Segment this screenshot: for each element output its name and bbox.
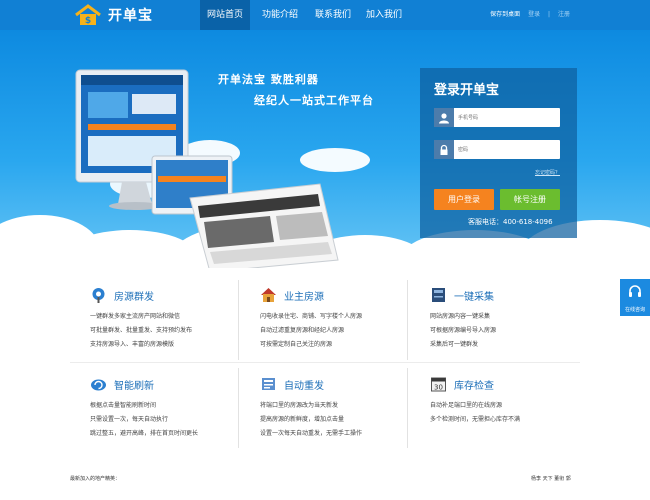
book-icon	[430, 287, 447, 303]
repost-icon	[260, 376, 277, 392]
broadcast-icon	[90, 287, 107, 303]
feature-title: 库存检查	[454, 381, 494, 392]
hero-slogan-1: 开单法宝 致胜利器	[218, 73, 319, 86]
service-phone: 客服电话：400-618-4096	[468, 218, 553, 226]
nav-separator: |	[548, 11, 551, 18]
divider	[238, 280, 239, 360]
feature-title: 业主房源	[284, 292, 324, 303]
user-icon	[434, 108, 454, 127]
login-title: 登录开单宝	[434, 83, 500, 98]
new-members-label: 最新加入的地产精英：	[70, 476, 121, 482]
divider	[407, 368, 408, 448]
feature-description: 根据点击量智能刷新时间 只需设置一次，每天自动执行 跳过整五，避开高峰，排在首页时间…	[90, 402, 199, 437]
password-field[interactable]	[434, 140, 560, 159]
house-icon	[260, 287, 277, 303]
logo-house-icon: $	[74, 4, 102, 26]
headset-icon	[629, 285, 641, 297]
forgot-password-link[interactable]: 忘记密码？	[535, 169, 560, 176]
phone-field[interactable]	[434, 108, 560, 127]
divider	[407, 280, 408, 360]
online-consult-label: 在线咨询	[624, 307, 645, 313]
nav-login-link[interactable]: 登录	[528, 11, 540, 18]
svg-text:$: $	[85, 16, 91, 26]
feature-description: 自动补足端口里的在线房源 多个检测时间，无需担心库存不满	[430, 402, 521, 423]
feature-title: 房源群发	[114, 292, 154, 303]
refresh-cloud-icon	[90, 376, 107, 392]
tab-features[interactable]: 功能介绍	[252, 0, 308, 30]
feature-description: 将端口里的房源改为当天新发 提高房源的新鲜度，增加点击量 设置一次每天自动重发，无需…	[260, 402, 363, 437]
feature-description: 一键群发多家主流房产网站和微信 可批量群发、批量重发、支持预约发布 支持房源导入、丰…	[90, 313, 193, 348]
svg-text:30: 30	[434, 384, 443, 392]
nav-right-links: 保存到桌面 登录 | 注册	[484, 0, 570, 30]
hero-banner: 开单法宝 致胜利器 经纪人一站式工作平台 登录开单宝 忘记密码？ 用户登录 帐号…	[0, 30, 650, 268]
tab-join[interactable]: 加入我们	[358, 0, 410, 30]
feature-title: 一键采集	[454, 292, 494, 303]
account-register-button[interactable]: 帐号注册	[500, 189, 560, 210]
logo[interactable]: $ 开单宝	[74, 4, 153, 26]
new-members-list: 杨李 天下 董衔 郭	[531, 476, 571, 482]
user-login-button[interactable]: 用户登录	[434, 189, 494, 210]
tab-home[interactable]: 网站首页	[200, 0, 250, 30]
nav-register-link[interactable]: 注册	[558, 11, 570, 18]
lock-icon	[434, 140, 454, 159]
phone-input[interactable]	[458, 111, 556, 124]
calendar-icon: 30	[430, 376, 447, 392]
top-nav-bar: $ 开单宝 网站首页 功能介绍 联系我们 加入我们 保存到桌面 登录 | 注册	[0, 0, 650, 30]
login-panel: 登录开单宝 忘记密码？ 用户登录 帐号注册 客服电话：400-618-4096	[420, 68, 577, 238]
feature-description: 闪电收录住宅、商铺、写字楼个人房源 自动过滤重复房源和经纪人房源 可按需定制自己关注…	[260, 313, 363, 348]
feature-title: 自动重发	[284, 381, 324, 392]
save-to-desktop-link[interactable]: 保存到桌面	[490, 11, 520, 18]
tab-contact[interactable]: 联系我们	[308, 0, 358, 30]
feature-description: 网站房源内容一键采集 可根据房源编号导入房源 采集后可一键群发	[430, 313, 497, 348]
divider	[238, 368, 239, 448]
logo-text: 开单宝	[108, 8, 153, 24]
divider	[70, 362, 580, 363]
hero-slogan-2: 经纪人一站式工作平台	[254, 94, 374, 107]
password-input[interactable]	[458, 143, 556, 156]
online-consult-button[interactable]: 在线咨询	[620, 279, 650, 316]
feature-title: 智能刷新	[114, 381, 154, 392]
